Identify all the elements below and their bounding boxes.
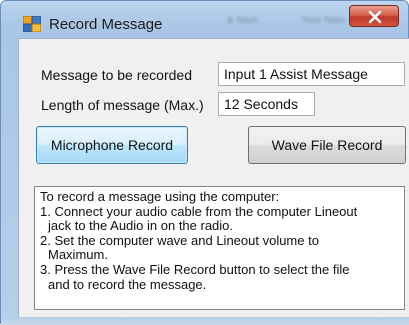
instruction-line: and to record the message.: [48, 276, 207, 292]
message-field[interactable]: Input 1 Assist Message: [218, 62, 405, 86]
instruction-line: jack to the Audio in on the radio.: [48, 218, 234, 234]
length-label: Length of message (Max.): [41, 97, 204, 113]
background-text: Your Nam: [301, 15, 346, 26]
instruction-line: 1. Connect your audio cable from the com…: [40, 203, 358, 219]
close-button[interactable]: [349, 5, 399, 27]
record-message-window: Record Message & Nam Your Nam Message to…: [0, 0, 409, 325]
background-text: & Nam: [227, 15, 258, 26]
record-app-icon: [22, 15, 42, 33]
message-label: Message to be recorded: [41, 67, 192, 83]
instruction-line: 2. Set the computer wave and Lineout vol…: [40, 232, 319, 248]
instruction-line: Maximum.: [48, 247, 108, 263]
instructions-box: To record a message using the computer: …: [34, 186, 405, 310]
instruction-line: To record a message using the computer:: [40, 189, 280, 204]
close-icon: [368, 10, 382, 24]
title-bar[interactable]: Record Message & Nam Your Nam: [1, 1, 408, 37]
wave-file-record-button[interactable]: Wave File Record: [248, 126, 406, 164]
instruction-line: 3. Press the Wave File Record button to …: [40, 261, 350, 277]
window-title: Record Message: [49, 16, 163, 33]
length-field[interactable]: 12 Seconds: [218, 92, 315, 116]
dialog-body: Message to be recorded Input 1 Assist Me…: [18, 38, 409, 319]
microphone-record-button[interactable]: Microphone Record: [36, 126, 188, 164]
